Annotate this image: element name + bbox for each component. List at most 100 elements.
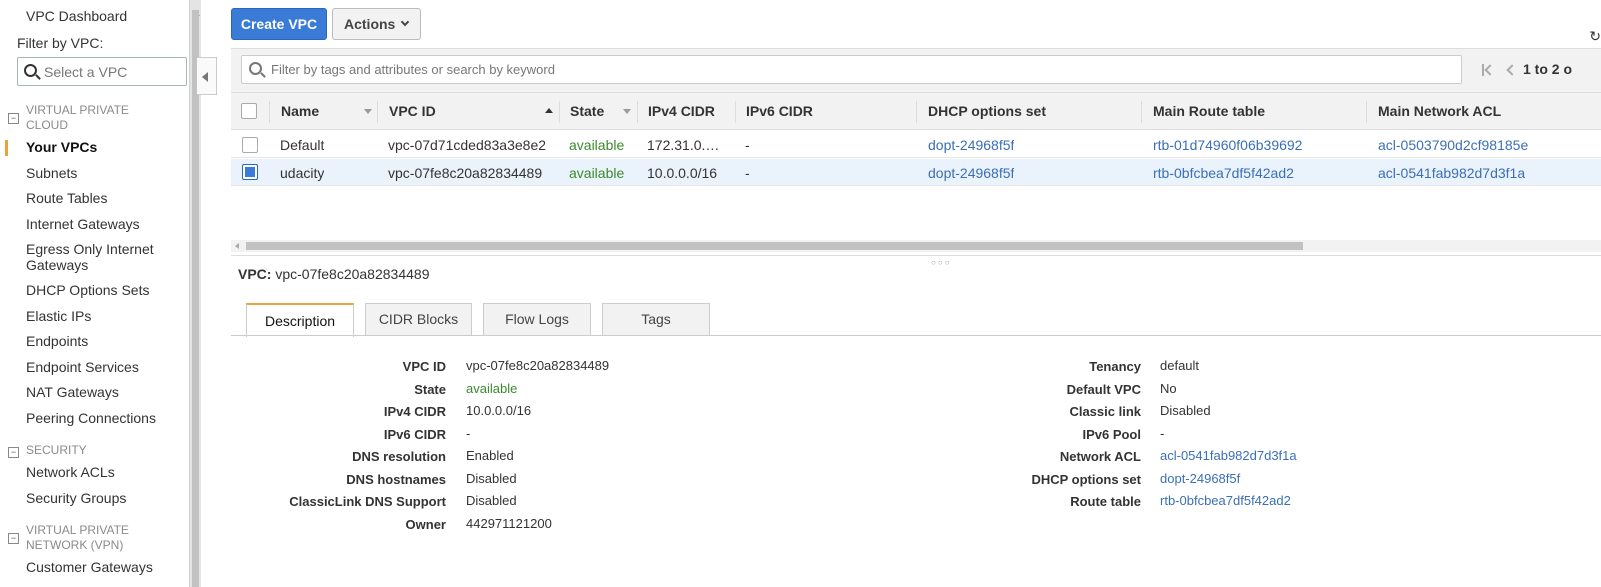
- detail-value: 10.0.0.0/16: [466, 403, 532, 418]
- collapse-sidebar-button[interactable]: [197, 57, 217, 95]
- detail-value: 442971121200: [466, 516, 552, 531]
- detail-label: Tenancy: [1089, 359, 1141, 374]
- detail-label: IPv4 CIDR: [383, 404, 446, 419]
- detail-value: default: [1160, 358, 1200, 373]
- search-icon: [249, 62, 262, 75]
- collapse-section-icon[interactable]: −: [8, 113, 19, 124]
- cell-state: available: [569, 137, 625, 153]
- create-vpc-button[interactable]: Create VPC: [231, 8, 327, 40]
- detail-vpc-id: vpc-07fe8c20a82834489: [275, 266, 430, 282]
- sidebar-item-your-vpcs[interactable]: Your VPCs: [26, 139, 97, 155]
- detail-label: Owner: [405, 517, 446, 532]
- sidebar-item-endpoint-services[interactable]: Endpoint Services: [26, 359, 139, 375]
- tab-tags[interactable]: Tags: [602, 303, 710, 335]
- cell-vpc-id: vpc-07d71cded83a3e8e2: [388, 137, 547, 153]
- filter-by-vpc-label: Filter by VPC:: [17, 35, 104, 51]
- column-header-ipv4-cidr[interactable]: IPv4 CIDR: [648, 103, 715, 119]
- detail-label: DNS hostnames: [346, 472, 446, 487]
- search-placeholder: Filter by tags and attributes or search …: [271, 62, 555, 77]
- search-icon: [24, 64, 37, 77]
- detail-label: IPv6 CIDR: [383, 427, 446, 442]
- sidebar-item-vpc-dashboard[interactable]: VPC Dashboard: [26, 8, 127, 24]
- actions-dropdown-button[interactable]: Actions: [332, 8, 421, 40]
- row-checkbox[interactable]: [242, 164, 258, 180]
- detail-title: VPC: vpc-07fe8c20a82834489: [238, 266, 430, 282]
- sidebar-item-route-tables[interactable]: Route Tables: [26, 190, 107, 206]
- cell-dhcp-link[interactable]: dopt-24968f5f: [928, 137, 1014, 153]
- network-acl-link[interactable]: acl-0541fab982d7d3f1a: [1160, 448, 1297, 463]
- cell-ipv4-cidr: 10.0.0.0/16: [647, 165, 718, 181]
- table-row[interactable]: udacity vpc-07fe8c20a82834489 available …: [231, 159, 1601, 186]
- detail-value: No: [1160, 381, 1177, 396]
- section-heading-vpc: VIRTUAL PRIVATE CLOUD: [26, 103, 129, 132]
- cell-ipv4-cidr: 172.31.0.…: [647, 137, 720, 153]
- table-horizontal-scrollbar[interactable]: [231, 240, 1601, 252]
- detail-label: Classic link: [1069, 404, 1141, 419]
- active-indicator: [5, 140, 8, 156]
- column-header-vpc-id[interactable]: VPC ID: [389, 103, 436, 119]
- sidebar-item-internet-gateways[interactable]: Internet Gateways: [26, 216, 140, 232]
- search-input[interactable]: Filter by tags and attributes or search …: [241, 55, 1462, 84]
- column-header-main-network-acl[interactable]: Main Network ACL: [1378, 103, 1501, 119]
- sort-icon[interactable]: [623, 109, 631, 114]
- sidebar-item-network-acls[interactable]: Network ACLs: [26, 464, 115, 480]
- sidebar-item-dhcp-options[interactable]: DHCP Options Sets: [26, 282, 149, 298]
- cell-network-acl-link[interactable]: acl-0541fab982d7d3f1a: [1378, 165, 1525, 181]
- cell-vpc-id: vpc-07fe8c20a82834489: [388, 165, 543, 181]
- detail-label: Default VPC: [1066, 382, 1141, 397]
- dhcp-options-link[interactable]: dopt-24968f5f: [1160, 471, 1240, 486]
- scrollbar-thumb[interactable]: [192, 10, 199, 587]
- scrollbar-thumb[interactable]: [246, 242, 1303, 250]
- detail-value: vpc-07fe8c20a82834489: [466, 358, 610, 373]
- previous-page-icon[interactable]: [1506, 64, 1518, 76]
- tab-description[interactable]: Description: [246, 303, 354, 337]
- cell-dhcp-link[interactable]: dopt-24968f5f: [928, 165, 1014, 181]
- route-table-link[interactable]: rtb-0bfcbea7df5f42ad2: [1160, 493, 1291, 508]
- actions-label: Actions: [344, 16, 396, 32]
- sidebar-item-egress-only-gateways[interactable]: Egress Only Internet Gateways: [26, 241, 154, 273]
- cell-name: Default: [280, 137, 325, 153]
- detail-label: Network ACL: [1059, 449, 1141, 464]
- row-checkbox[interactable]: [242, 137, 258, 153]
- tab-cidr-blocks[interactable]: CIDR Blocks: [365, 303, 472, 335]
- sort-icon[interactable]: [364, 109, 372, 114]
- chevron-down-icon: [400, 17, 410, 27]
- collapse-section-icon[interactable]: −: [8, 447, 19, 458]
- sidebar-item-security-groups[interactable]: Security Groups: [26, 490, 126, 506]
- sidebar-item-endpoints[interactable]: Endpoints: [26, 333, 88, 349]
- detail-label: VPC ID: [402, 359, 446, 374]
- cell-route-table-link[interactable]: rtb-01d74960f06b39692: [1153, 137, 1302, 153]
- sort-ascending-icon[interactable]: [545, 108, 553, 113]
- select-all-checkbox[interactable]: [241, 103, 257, 119]
- section-heading-security: SECURITY: [26, 443, 87, 457]
- cell-route-table-link[interactable]: rtb-0bfcbea7df5f42ad2: [1153, 165, 1294, 181]
- table-header: Name VPC ID State IPv4 CIDR IPv6 CIDR DH…: [231, 92, 1601, 130]
- detail-label: IPv6 Pool: [1082, 427, 1141, 442]
- sidebar-item-nat-gateways[interactable]: NAT Gateways: [26, 384, 119, 400]
- collapse-section-icon[interactable]: −: [8, 533, 19, 544]
- sidebar-item-peering-connections[interactable]: Peering Connections: [26, 410, 156, 426]
- vpc-filter-select[interactable]: Select a VPC: [17, 57, 187, 86]
- detail-value: Disabled: [1160, 403, 1211, 418]
- pagination-text: 1 to 2 o: [1523, 61, 1573, 77]
- scroll-left-icon[interactable]: [235, 243, 239, 249]
- column-header-dhcp-options[interactable]: DHCP options set: [928, 103, 1046, 119]
- table-row[interactable]: Default vpc-07d71cded83a3e8e2 available …: [231, 131, 1601, 158]
- detail-label: DNS resolution: [352, 449, 446, 464]
- detail-label: Route table: [1070, 494, 1141, 509]
- resize-handle-icon[interactable]: ○○○: [931, 258, 952, 267]
- sidebar-item-subnets[interactable]: Subnets: [26, 165, 77, 181]
- cell-network-acl-link[interactable]: acl-0503790d2cf98185e: [1378, 137, 1528, 153]
- tab-flow-logs[interactable]: Flow Logs: [483, 303, 591, 335]
- refresh-icon[interactable]: ↻: [1589, 28, 1601, 45]
- tabs-divider: [231, 335, 1601, 336]
- column-header-state[interactable]: State: [570, 103, 604, 119]
- sidebar-item-customer-gateways[interactable]: Customer Gateways: [26, 559, 153, 575]
- column-header-name[interactable]: Name: [281, 103, 319, 119]
- cell-ipv6-cidr: -: [745, 165, 750, 181]
- column-header-ipv6-cidr[interactable]: IPv6 CIDR: [746, 103, 813, 119]
- detail-label: State: [414, 382, 446, 397]
- sidebar-item-elastic-ips[interactable]: Elastic IPs: [26, 308, 91, 324]
- first-page-icon[interactable]: [1482, 64, 1496, 76]
- column-header-main-route-table[interactable]: Main Route table: [1153, 103, 1265, 119]
